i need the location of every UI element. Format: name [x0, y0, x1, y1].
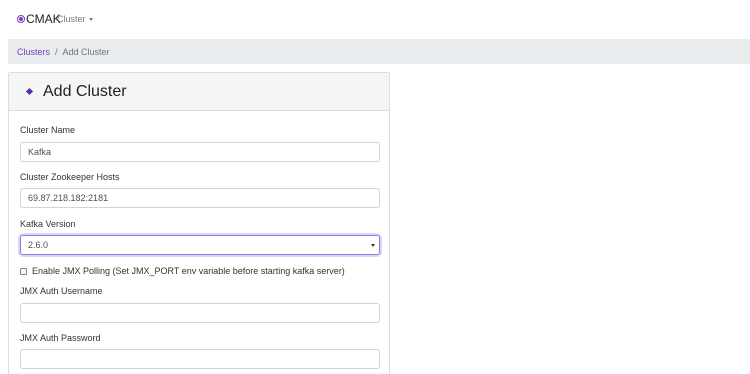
- jmx-polling-checkbox[interactable]: [20, 267, 27, 275]
- breadcrumb: Clusters / Add Cluster: [8, 39, 750, 64]
- zookeeper-hosts-value: 69.87.218.182:2181: [28, 193, 109, 203]
- kafka-version-value: 2.6.0: [28, 240, 49, 250]
- jmx-polling-label: Enable JMX Polling (Set JMX_PORT env var…: [32, 266, 345, 276]
- card-header: Add Cluster: [9, 73, 389, 111]
- breadcrumb-separator: /: [55, 46, 58, 57]
- kafka-version-select[interactable]: 2.6.0: [20, 235, 380, 255]
- caret-down-icon: [88, 17, 93, 21]
- zookeeper-hosts-input[interactable]: 69.87.218.182:2181: [20, 188, 380, 208]
- page-title: Add Cluster: [43, 82, 127, 100]
- add-cluster-card: Add Cluster Cluster Name Kafka Cluster Z…: [8, 72, 390, 374]
- jmx-username-label: JMX Auth Username: [20, 286, 103, 296]
- jmx-polling-row: Enable JMX Polling (Set JMX_PORT env var…: [20, 266, 345, 276]
- cluster-name-label: Cluster Name: [20, 125, 76, 135]
- diamond-icon: [25, 87, 34, 96]
- select-arrow-icon: [371, 244, 375, 247]
- cluster-name-value: Kafka: [28, 147, 52, 157]
- navbar: CMAK Cluster: [0, 0, 750, 38]
- breadcrumb-current: Add Cluster: [62, 46, 110, 57]
- brand-link[interactable]: CMAK: [17, 12, 61, 26]
- jmx-password-input[interactable]: [20, 349, 380, 369]
- kafka-version-label: Kafka Version: [20, 219, 76, 229]
- brand-name: CMAK: [26, 12, 61, 26]
- cluster-dropdown[interactable]: Cluster: [57, 13, 93, 25]
- cluster-name-input[interactable]: Kafka: [20, 142, 380, 162]
- breadcrumb-clusters-link[interactable]: Clusters: [17, 47, 50, 57]
- zookeeper-hosts-label: Cluster Zookeeper Hosts: [20, 172, 120, 182]
- cluster-dropdown-label: Cluster: [57, 14, 86, 24]
- jmx-password-label: JMX Auth Password: [20, 333, 101, 343]
- cmak-logo-icon: [17, 15, 25, 23]
- jmx-username-input[interactable]: [20, 303, 380, 323]
